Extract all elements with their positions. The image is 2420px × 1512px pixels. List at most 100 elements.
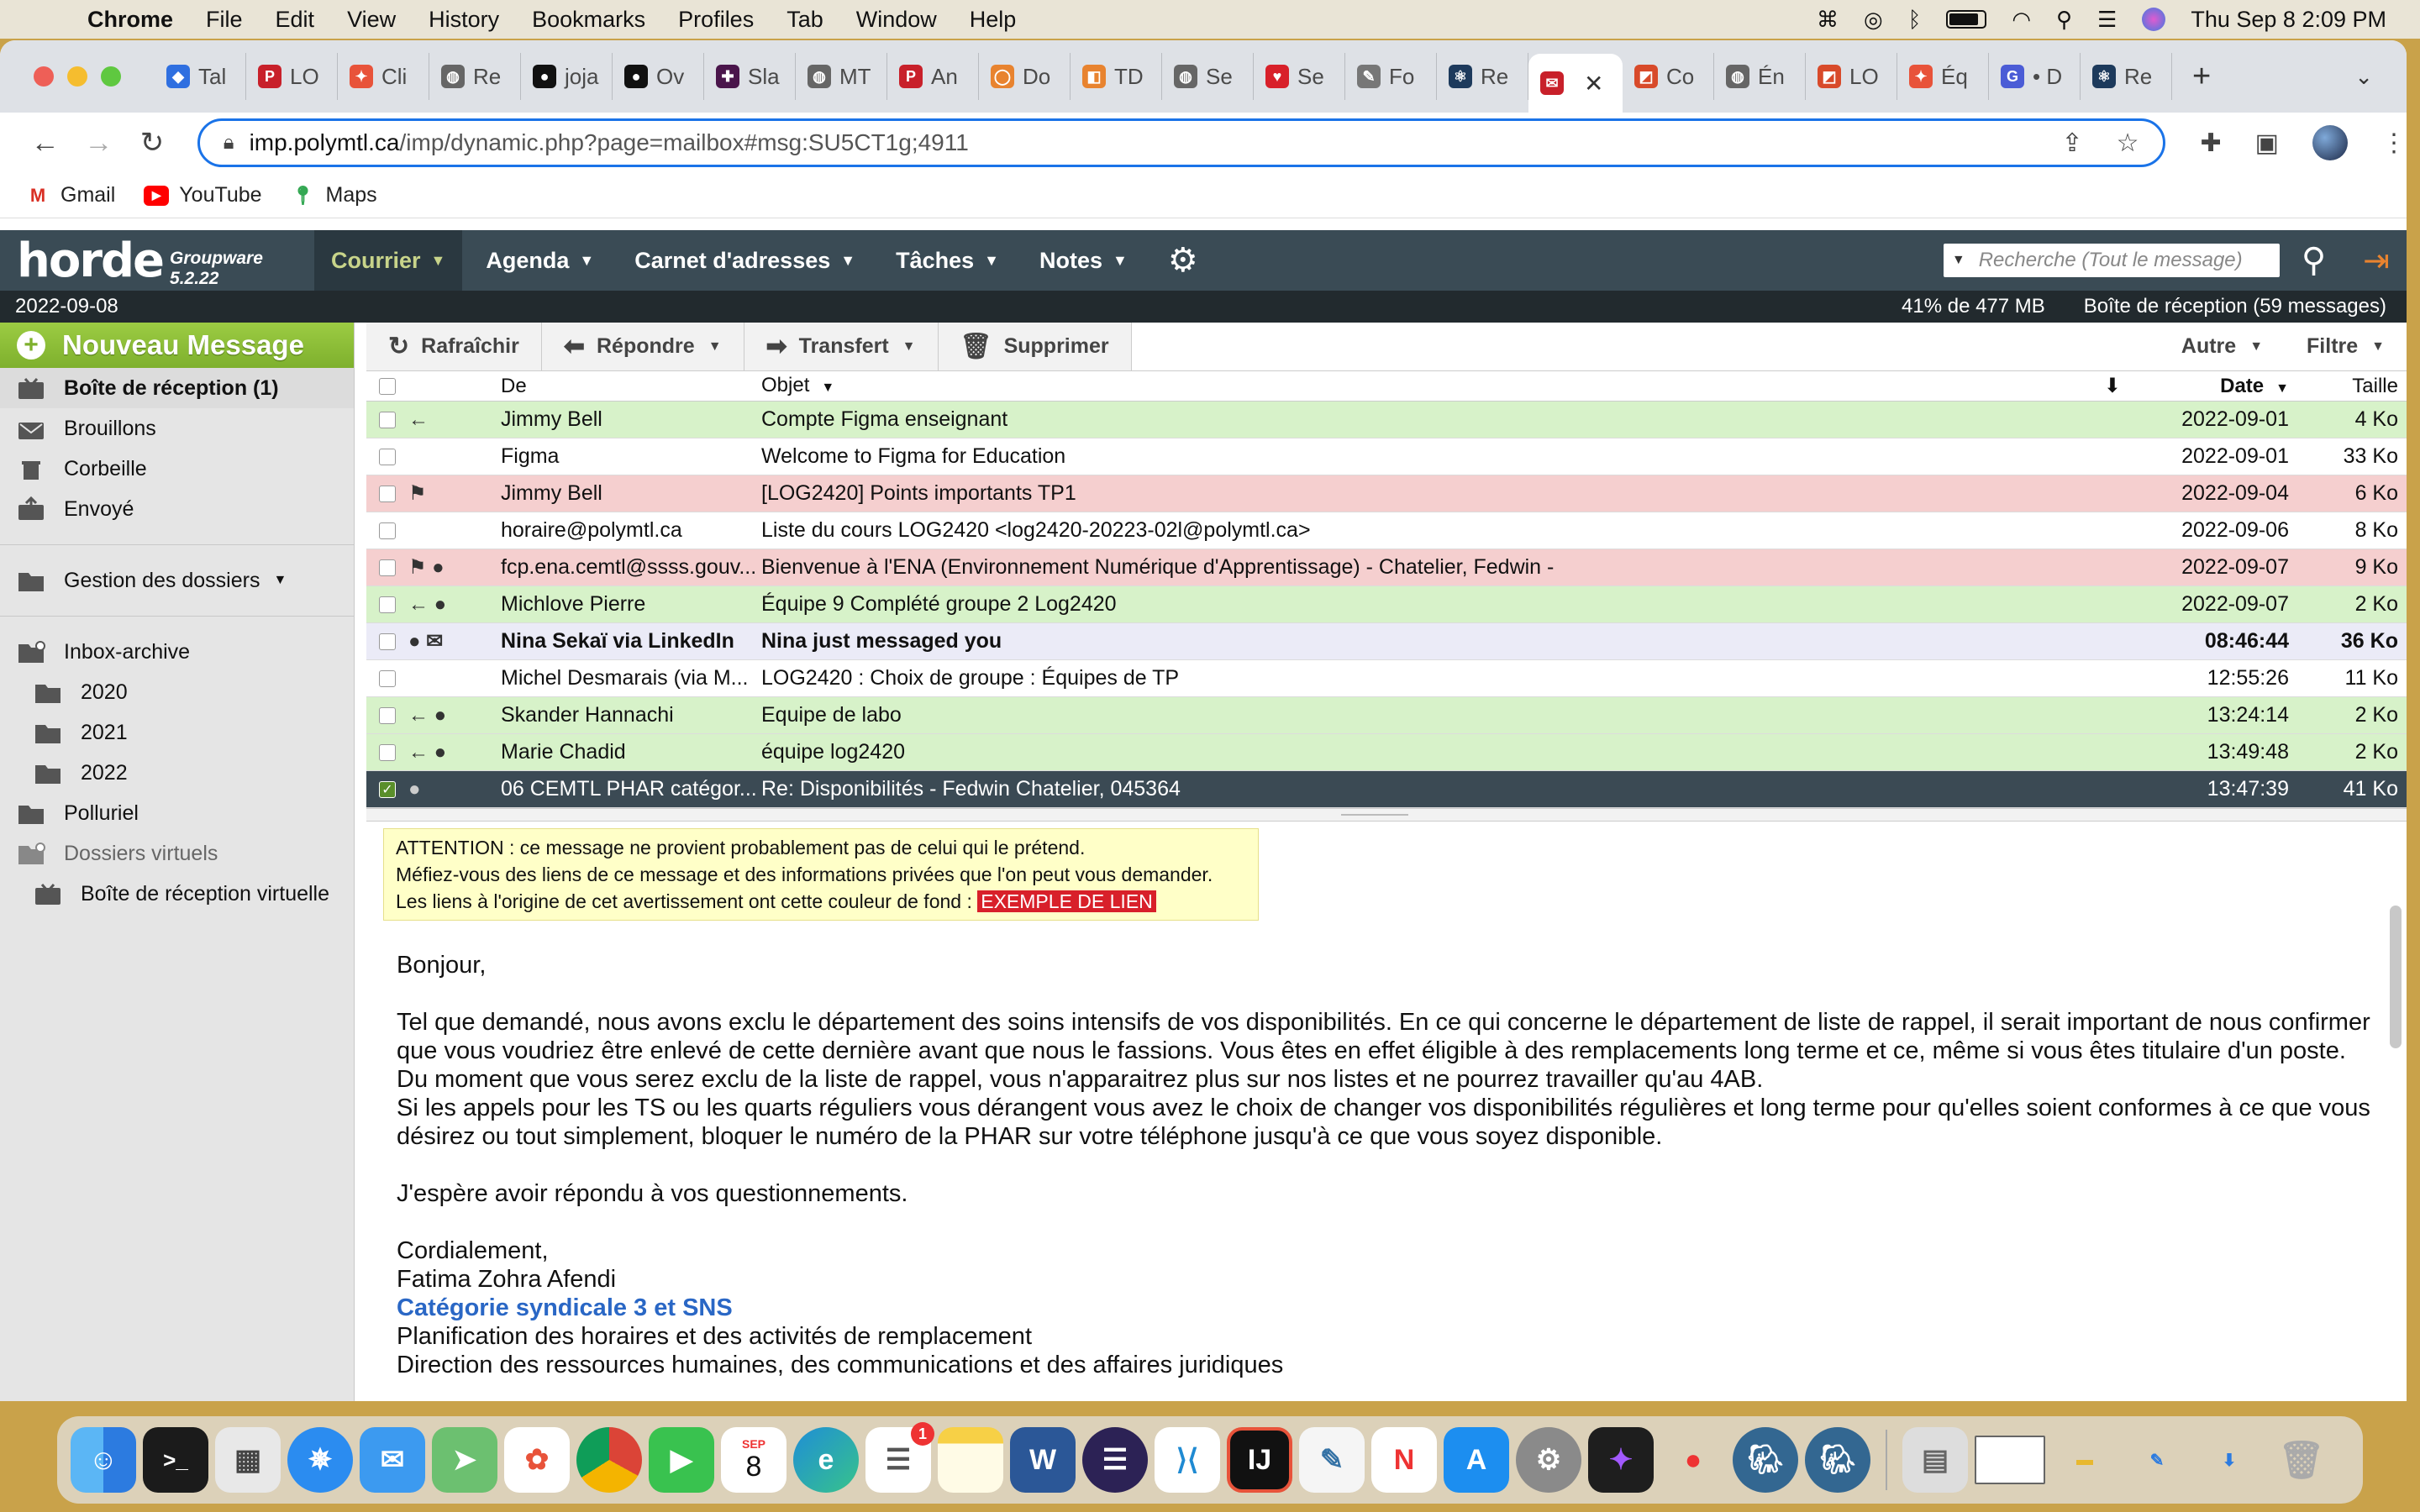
python-icon[interactable]: ✎: [1299, 1427, 1365, 1493]
message-checkbox[interactable]: ✓: [366, 780, 408, 798]
bluetooth-icon[interactable]: ᛒ: [1908, 7, 1922, 33]
folder-2020[interactable]: 2020: [0, 672, 354, 712]
back-button[interactable]: ←: [24, 127, 67, 160]
nav-agenda[interactable]: Agenda ▼: [469, 230, 611, 291]
message-row[interactable]: ✓ ● 06 CEMTL PHAR catégor... Re: Disponibil…: [366, 771, 2407, 808]
message-checkbox[interactable]: [366, 633, 408, 650]
menu-bookmarks[interactable]: Bookmarks: [532, 7, 645, 33]
message-checkbox[interactable]: [366, 706, 408, 724]
browser-tab[interactable]: ◯ Do: [979, 53, 1071, 100]
folder-2022[interactable]: 2022: [0, 753, 354, 793]
safari-icon[interactable]: ✵: [287, 1427, 353, 1493]
horde-logo[interactable]: horde Groupware 5.2.22: [0, 230, 314, 291]
figma-status-icon[interactable]: ⌘: [1817, 7, 1839, 33]
select-all-checkbox[interactable]: [366, 377, 408, 395]
profile-avatar[interactable]: [2312, 125, 2348, 160]
browser-tab[interactable]: ✦ Cli: [338, 53, 429, 100]
folder-2021[interactable]: 2021: [0, 712, 354, 753]
reload-button[interactable]: ↻: [130, 126, 174, 160]
screenshot-thumbnail-icon[interactable]: [1975, 1436, 2045, 1484]
folder-sent[interactable]: Envoyé: [0, 489, 354, 529]
browser-tab[interactable]: ✦ Éq: [1897, 53, 1989, 100]
bookmark-maps[interactable]: 📍︎ Maps: [291, 183, 377, 207]
other-button[interactable]: Autre ▼: [2159, 323, 2286, 370]
browser-tab[interactable]: ◩ LO: [1806, 53, 1897, 100]
chrome-menu-icon[interactable]: ⋮: [2381, 129, 2407, 158]
mail-icon[interactable]: ✉: [360, 1427, 425, 1493]
menubar-clock[interactable]: Thu Sep 8 2:09 PM: [2191, 7, 2386, 33]
browser-tab[interactable]: ◍ MT: [796, 53, 887, 100]
column-from[interactable]: De: [501, 375, 761, 398]
minimize-window-button[interactable]: [67, 66, 87, 87]
filter-button[interactable]: Filtre ▼: [2285, 323, 2407, 370]
folder-inbox[interactable]: Boîte de réception (1): [0, 368, 354, 408]
nav-taches[interactable]: Tâches ▼: [879, 230, 1016, 291]
message-checkbox[interactable]: [366, 743, 408, 761]
message-row[interactable]: Michel Desmarais (via M... LOG2420 : Choi…: [366, 660, 2407, 697]
menu-view[interactable]: View: [347, 7, 396, 33]
close-window-button[interactable]: [34, 66, 54, 87]
nav-carnet-adresses[interactable]: Carnet d'adresses ▼: [618, 230, 872, 291]
message-checkbox[interactable]: [366, 485, 408, 502]
zoom-window-button[interactable]: [101, 66, 121, 87]
delete-button[interactable]: 🗑︎ Supprimer: [938, 323, 1132, 370]
column-size[interactable]: Taille: [2314, 375, 2407, 398]
app-store-icon[interactable]: A: [1444, 1427, 1509, 1493]
browser-tab[interactable]: ◍ Se: [1162, 53, 1254, 100]
menu-tab[interactable]: Tab: [786, 7, 823, 33]
menu-profiles[interactable]: Profiles: [678, 7, 754, 33]
bookmark-gmail[interactable]: M Gmail: [25, 183, 115, 207]
browser-tab[interactable]: ◍ Én: [1714, 53, 1806, 100]
column-date[interactable]: Date ▼: [2146, 375, 2314, 398]
browser-tab[interactable]: G • D: [1989, 53, 2081, 100]
downloads-stack-icon[interactable]: ⬇: [2196, 1427, 2262, 1493]
word-icon[interactable]: W: [1010, 1427, 1076, 1493]
menu-window[interactable]: Window: [856, 7, 937, 33]
menu-file[interactable]: File: [206, 7, 243, 33]
message-row[interactable]: ← ● Skander Hannachi Equipe de labo 13:24:1…: [366, 697, 2407, 734]
reminders-icon[interactable]: ☰ 1: [865, 1422, 934, 1493]
launchpad-icon[interactable]: ▦: [215, 1427, 281, 1493]
folder-virtual-inbox[interactable]: Boîte de réception virtuelle: [0, 874, 354, 914]
new-message-button[interactable]: + Nouveau Message: [0, 323, 354, 368]
calendar-icon[interactable]: SEP 8: [721, 1427, 786, 1493]
bookmark-youtube[interactable]: ▶ YouTube: [144, 183, 262, 207]
browser-tab[interactable]: ⚛ Re: [2081, 53, 2172, 100]
browser-tab[interactable]: ◩ Co: [1623, 53, 1714, 100]
browser-tab[interactable]: ✚ Sla: [704, 53, 796, 100]
preview-scrollbar[interactable]: [2390, 906, 2402, 1048]
side-panel-icon[interactable]: ▣: [2255, 129, 2279, 158]
pgadmin-icon[interactable]: 🐘︎: [1805, 1427, 1870, 1493]
settings-gear-icon[interactable]: ⚙: [1151, 230, 1215, 291]
new-tab-button[interactable]: +: [2192, 59, 2211, 95]
folder-inbox-archive[interactable]: Inbox-archive: [0, 632, 354, 672]
preview-icon[interactable]: ▤: [1902, 1427, 1968, 1493]
message-checkbox[interactable]: [366, 448, 408, 465]
chevron-down-icon[interactable]: ▼: [273, 573, 287, 588]
message-checkbox[interactable]: [366, 559, 408, 576]
minimized-window-icon[interactable]: ▬: [2052, 1427, 2118, 1493]
battery-icon[interactable]: [1946, 10, 1987, 29]
facetime-icon[interactable]: ▶: [649, 1427, 714, 1493]
photos-icon[interactable]: ✿: [504, 1427, 570, 1493]
menu-app-name[interactable]: Chrome: [87, 7, 173, 33]
terminal-icon[interactable]: >_: [143, 1427, 208, 1493]
extensions-icon[interactable]: ✚: [2201, 129, 2222, 158]
folder-drafts[interactable]: Brouillons: [0, 408, 354, 449]
vscode-icon[interactable]: ⟩⟨: [1155, 1427, 1220, 1493]
intellij-icon[interactable]: IJ: [1227, 1427, 1292, 1493]
message-row[interactable]: ⚑ Jimmy Bell [LOG2420] Points importants T…: [366, 475, 2407, 512]
menu-help[interactable]: Help: [970, 7, 1017, 33]
folder-trash[interactable]: Corbeille: [0, 449, 354, 489]
forward-button[interactable]: ➡ Transfert ▼: [744, 323, 939, 370]
control-center-icon[interactable]: ☰: [2097, 7, 2117, 33]
logout-icon[interactable]: ⇥: [2363, 242, 2390, 280]
message-checkbox[interactable]: [366, 596, 408, 613]
message-row[interactable]: Figma Welcome to Figma for Education 2022-…: [366, 438, 2407, 475]
edge-icon[interactable]: e: [793, 1427, 859, 1493]
message-row[interactable]: ← ● Michlove Pierre Équipe 9 Complété grou…: [366, 586, 2407, 623]
message-row[interactable]: ← ● Marie Chadid équipe log2420 13:49:48 2 K…: [366, 734, 2407, 771]
message-row[interactable]: horaire@polymtl.ca Liste du cours LOG2420…: [366, 512, 2407, 549]
browser-tab[interactable]: ◍ Re: [429, 53, 521, 100]
finder-icon[interactable]: ☺: [71, 1427, 136, 1493]
